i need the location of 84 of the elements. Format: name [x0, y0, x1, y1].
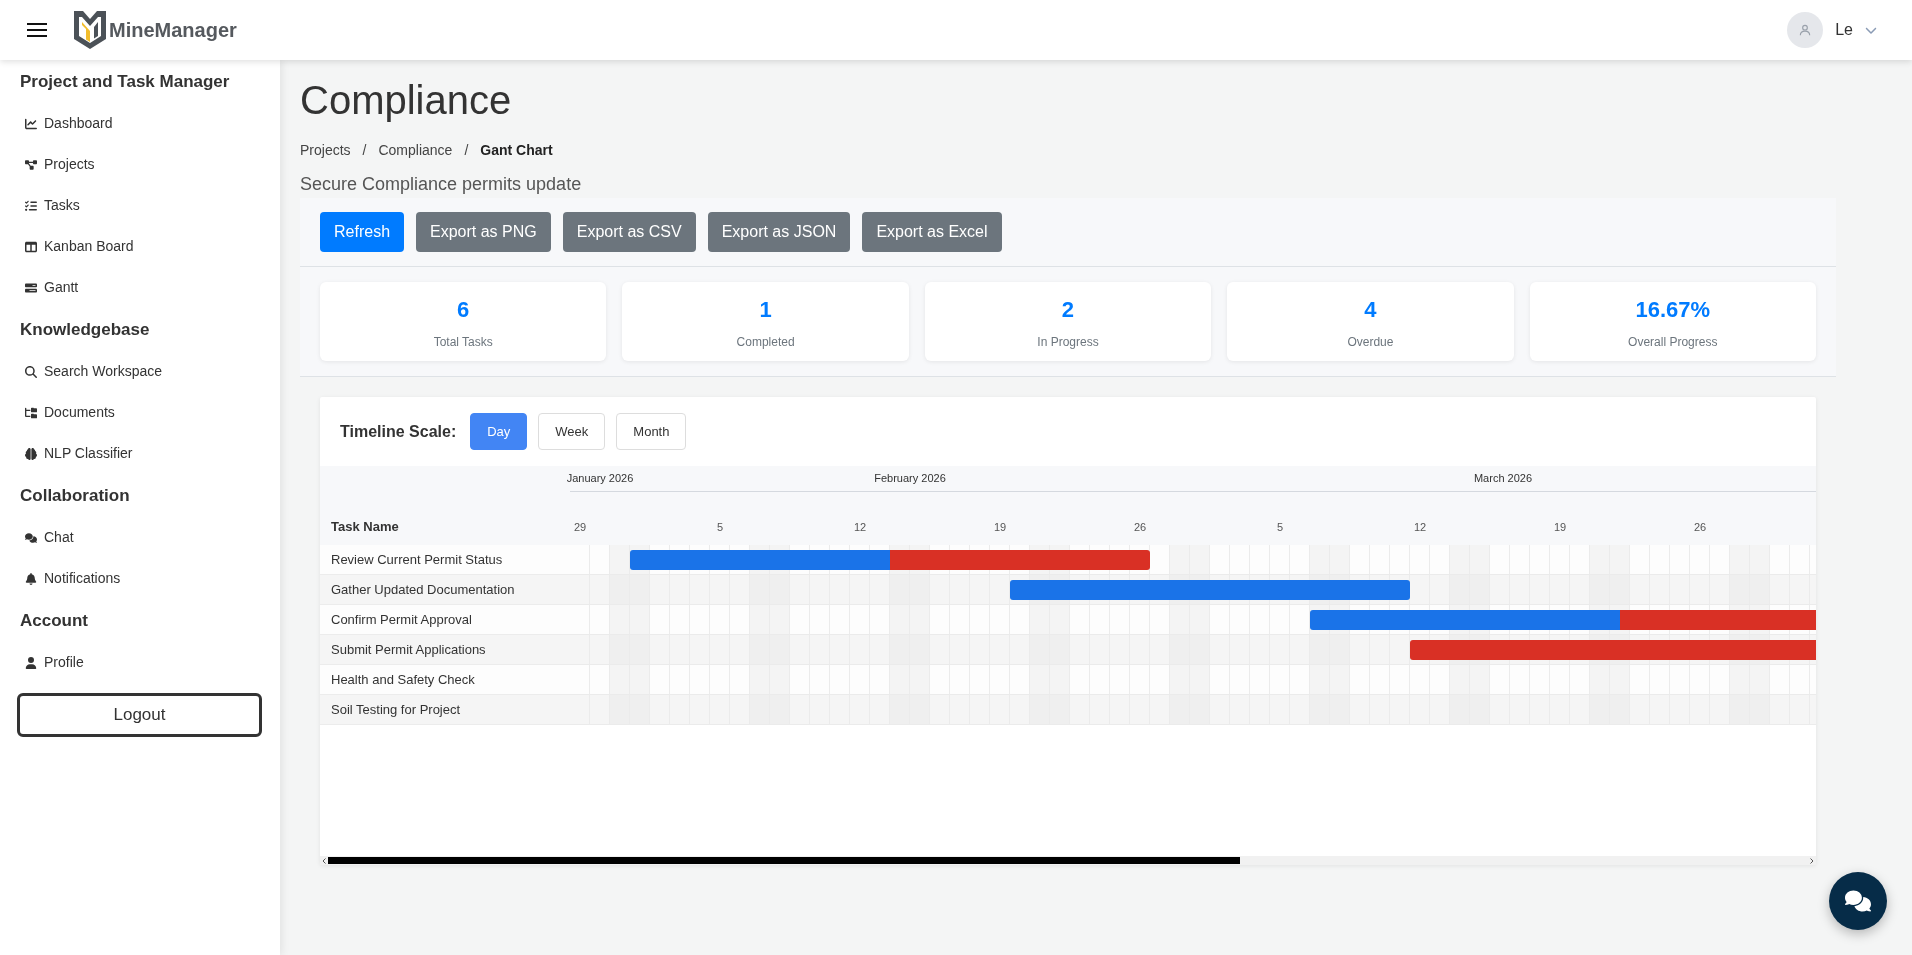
- nav-link[interactable]: Chat: [0, 517, 280, 558]
- chat-button[interactable]: [1829, 872, 1887, 930]
- month-label: January 2026: [566, 471, 634, 485]
- stat-value: 16.67%: [1635, 296, 1711, 324]
- stat-value: 2: [1061, 296, 1075, 324]
- sidebar-section-title: Project and Task Manager: [19, 71, 231, 94]
- nav-link[interactable]: NLP Classifier: [0, 433, 280, 474]
- scroll-left-icon[interactable]: [322, 857, 326, 864]
- day-label: 19: [993, 520, 1007, 535]
- chat-bubbles-icon: [1845, 890, 1871, 912]
- checklist-icon: [25, 199, 37, 212]
- task-name-cell: Confirm Permit Approval: [320, 605, 570, 635]
- user-name[interactable]: Le: [1835, 18, 1853, 42]
- day-label: 5: [1276, 520, 1284, 535]
- breadcrumb-current: Gant Chart: [480, 140, 553, 160]
- brand-name: MineManager: [109, 18, 237, 43]
- nav-link[interactable]: Documents: [0, 392, 280, 433]
- progress-bars-icon: [25, 281, 37, 294]
- task-name-header: Task Name: [330, 518, 400, 537]
- nav-link[interactable]: Dashboard: [0, 103, 280, 144]
- scrollbar-thumb[interactable]: [328, 857, 1240, 864]
- sidebar-section-title: Knowledgebase: [19, 319, 151, 342]
- toolbar-button[interactable]: Export as Excel: [862, 212, 1002, 252]
- stat-label: In Progress: [1037, 334, 1099, 350]
- stat-value: 1: [759, 296, 772, 324]
- logout-button[interactable]: Logout: [17, 693, 262, 737]
- day-label: 29: [573, 520, 587, 535]
- brain-icon: [25, 447, 37, 460]
- nav-link[interactable]: Notifications: [0, 558, 280, 599]
- day-label: 26: [1133, 520, 1147, 535]
- menu-icon: [27, 22, 47, 38]
- scale-button[interactable]: Day: [470, 413, 528, 450]
- breadcrumb-link[interactable]: Projects: [300, 139, 351, 161]
- day-label: 5: [716, 520, 724, 535]
- nav-link[interactable]: Projects: [0, 144, 280, 185]
- toolbar-button[interactable]: Export as PNG: [416, 212, 551, 252]
- day-label: 12: [1413, 520, 1427, 535]
- stat-label: Total Tasks: [433, 334, 493, 350]
- day-label: 19: [1553, 520, 1567, 535]
- month-label: March 2026: [1473, 471, 1533, 485]
- chat-bubbles-icon: [25, 531, 37, 544]
- sidebar-section-title: Account: [19, 610, 89, 633]
- scale-button[interactable]: Month: [616, 413, 687, 450]
- breadcrumb-link[interactable]: Compliance: [378, 139, 453, 161]
- stat-label: Overall Progress: [1628, 334, 1718, 350]
- toolbar-button[interactable]: Export as CSV: [562, 212, 696, 252]
- person-icon: [25, 656, 37, 669]
- scale-label: Timeline Scale:: [340, 421, 457, 442]
- diagram-icon: [25, 158, 37, 171]
- nav-link[interactable]: Search Workspace: [0, 351, 280, 392]
- task-name-cell: Gather Updated Documentation: [320, 575, 570, 605]
- search-icon: [25, 365, 37, 378]
- toolbar-button[interactable]: Export as JSON: [707, 212, 851, 252]
- bell-icon: [25, 572, 37, 585]
- nav-link[interactable]: Kanban Board: [0, 226, 280, 267]
- menu-button[interactable]: [27, 22, 47, 38]
- day-label: 12: [853, 520, 867, 535]
- stat-value: 6: [457, 296, 470, 324]
- breadcrumb-separator: /: [361, 140, 368, 160]
- page-subtitle: Secure Compliance permits update: [300, 173, 583, 196]
- task-name-cell: Submit Permit Applications: [320, 635, 570, 665]
- sidebar-section-title: Collaboration: [19, 485, 131, 508]
- task-name-cell: Health and Safety Check: [320, 665, 570, 695]
- toolbar-button[interactable]: Refresh: [320, 212, 405, 252]
- stat-label: Overdue: [1347, 334, 1394, 350]
- task-name-cell: Soil Testing for Project: [320, 695, 570, 725]
- nav-link[interactable]: Profile: [0, 642, 280, 683]
- stat-label: Completed: [736, 334, 795, 350]
- logo-icon: [73, 10, 107, 50]
- day-label: 26: [1693, 520, 1707, 535]
- columns-icon: [25, 240, 37, 253]
- month-label: February 2026: [874, 471, 946, 485]
- stat-value: 4: [1364, 296, 1377, 324]
- scroll-right-icon[interactable]: [1810, 857, 1814, 864]
- horizontal-scrollbar[interactable]: [320, 856, 1816, 865]
- avatar-icon[interactable]: [1787, 12, 1824, 48]
- nav-link[interactable]: Tasks: [0, 185, 280, 226]
- nav-link[interactable]: Gantt: [0, 267, 280, 308]
- breadcrumb-separator: /: [463, 140, 470, 160]
- task-name-cell: Review Current Permit Status: [320, 545, 570, 575]
- scale-button[interactable]: Week: [538, 413, 606, 450]
- line-chart-icon: [25, 117, 37, 130]
- folder-tree-icon: [25, 406, 37, 419]
- page-title: Compliance: [300, 77, 513, 124]
